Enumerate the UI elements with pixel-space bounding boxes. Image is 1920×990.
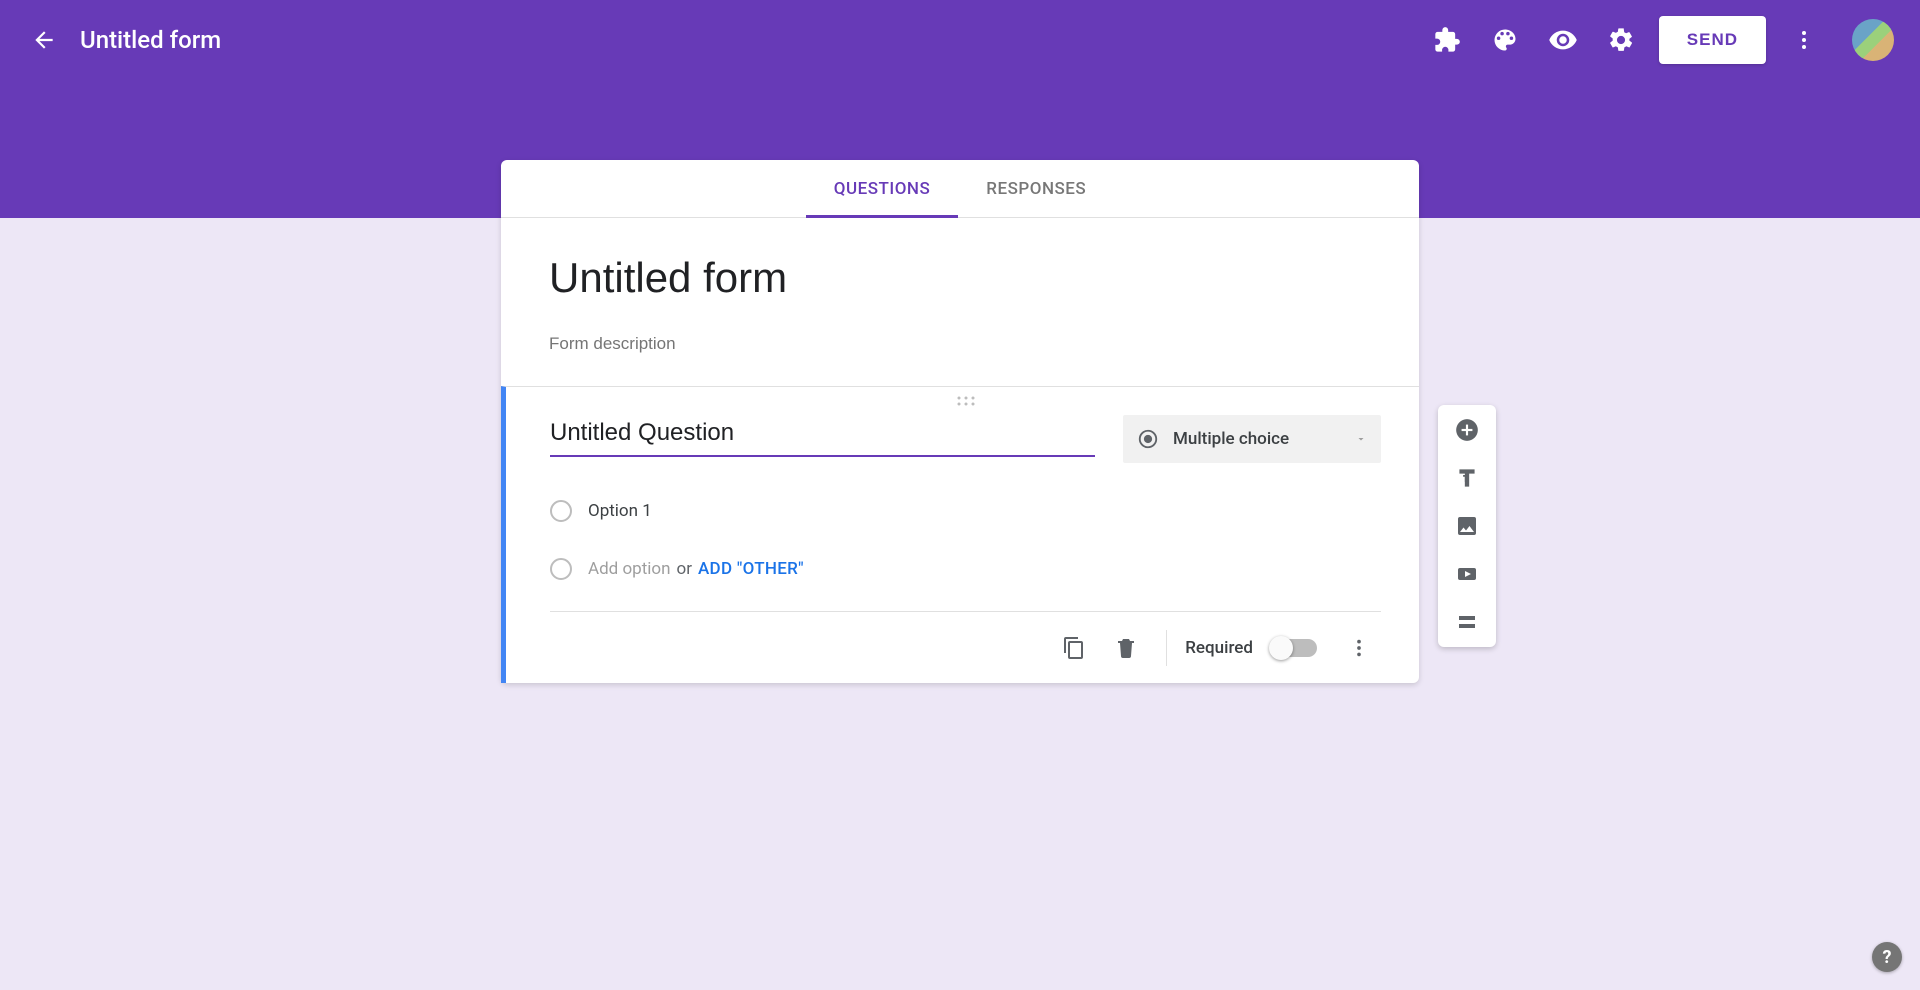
form-title-input[interactable] (549, 254, 1371, 302)
avatar[interactable] (1852, 19, 1894, 61)
required-label: Required (1185, 638, 1253, 658)
radio-empty-icon (550, 500, 572, 522)
addons-icon[interactable] (1427, 20, 1467, 60)
options-list: Option 1 Add option or ADD "OTHER" (550, 491, 1381, 589)
floating-toolbar (1438, 405, 1496, 647)
palette-icon[interactable] (1485, 20, 1525, 60)
header-right: SEND (1427, 16, 1894, 64)
question-type-label: Multiple choice (1173, 429, 1355, 449)
question-title-wrap (550, 415, 1095, 457)
form-header-section (501, 218, 1419, 386)
tab-responses[interactable]: RESPONSES (958, 160, 1114, 217)
add-video-button[interactable] (1448, 559, 1486, 589)
send-button[interactable]: SEND (1659, 16, 1766, 64)
add-image-button[interactable] (1448, 511, 1486, 541)
question-title-input[interactable] (550, 415, 1095, 457)
duplicate-button[interactable] (1052, 626, 1096, 670)
delete-button[interactable] (1104, 626, 1148, 670)
required-toggle[interactable] (1271, 639, 1317, 657)
form-description-input[interactable] (549, 334, 1371, 354)
option-label[interactable]: Option 1 (588, 501, 652, 521)
radio-empty-icon (550, 558, 572, 580)
form-name[interactable]: Untitled form (80, 26, 221, 54)
help-button[interactable]: ? (1872, 942, 1902, 972)
tab-questions[interactable]: QUESTIONS (806, 160, 958, 217)
drag-handle-icon[interactable] (550, 387, 1381, 415)
header-left: Untitled form (26, 22, 221, 58)
add-section-button[interactable] (1448, 607, 1486, 637)
or-text: or (677, 559, 692, 579)
divider (1166, 630, 1167, 666)
option-row[interactable]: Option 1 (550, 491, 1381, 531)
question-footer: Required (550, 611, 1381, 683)
question-type-select[interactable]: Multiple choice (1123, 415, 1381, 463)
more-icon[interactable] (1784, 20, 1824, 60)
question-more-icon[interactable] (1337, 626, 1381, 670)
header: Untitled form SEND (0, 0, 1920, 80)
add-option-button[interactable]: Add option (588, 559, 671, 579)
radio-icon (1137, 428, 1159, 450)
preview-icon[interactable] (1543, 20, 1583, 60)
add-option-row: Add option or ADD "OTHER" (550, 549, 1381, 589)
chevron-down-icon (1355, 433, 1367, 445)
add-other-button[interactable]: ADD "OTHER" (698, 559, 804, 579)
add-question-button[interactable] (1448, 415, 1486, 445)
form-card: QUESTIONS RESPONSES Multiple choice (501, 160, 1419, 683)
question-row: Multiple choice (550, 415, 1381, 463)
settings-icon[interactable] (1601, 20, 1641, 60)
tabs: QUESTIONS RESPONSES (501, 160, 1419, 218)
add-title-button[interactable] (1448, 463, 1486, 493)
back-icon[interactable] (26, 22, 62, 58)
question-card: Multiple choice Option 1 Add option or A… (501, 386, 1419, 683)
